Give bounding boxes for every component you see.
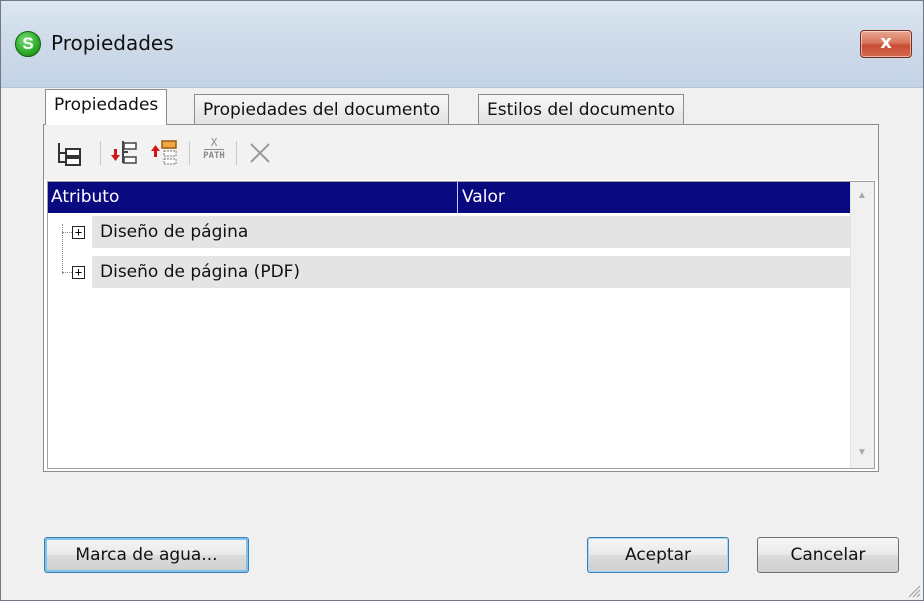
column-label: Valor xyxy=(462,187,505,207)
accept-button[interactable]: Aceptar xyxy=(587,537,729,573)
tab-label: Propiedades xyxy=(54,95,159,115)
list-item[interactable]: Diseño de página xyxy=(92,216,862,248)
toolbar-separator xyxy=(236,141,237,165)
expand-icon[interactable]: + xyxy=(72,226,85,239)
attribute-grid: Atributo Valor + Diseño de página + Dise… xyxy=(47,181,875,469)
tab-label: Propiedades del documento xyxy=(203,100,441,120)
row-label: Diseño de página xyxy=(100,222,249,242)
window-title: Propiedades xyxy=(51,31,174,55)
app-logo-icon: S xyxy=(15,31,41,57)
vertical-scrollbar[interactable]: ▲ ▼ xyxy=(850,182,874,468)
list-item[interactable]: Diseño de página (PDF) xyxy=(92,256,862,288)
watermark-button[interactable]: Marca de agua... xyxy=(44,537,249,573)
expand-icon[interactable]: + xyxy=(72,266,85,279)
tree-connector xyxy=(62,232,72,233)
cancel-button[interactable]: Cancelar xyxy=(757,537,899,573)
close-button[interactable]: x xyxy=(860,30,912,58)
properties-dialog: S Propiedades x Propiedades Propiedades … xyxy=(0,0,924,601)
tab-estilos-documento[interactable]: Estilos del documento xyxy=(478,94,684,125)
column-header-atributo[interactable]: Atributo xyxy=(48,182,458,213)
column-header-valor[interactable]: Valor xyxy=(458,182,862,213)
grid-header: Atributo Valor xyxy=(48,182,862,213)
xpath-icon-top: X xyxy=(204,137,224,150)
button-label: Aceptar xyxy=(625,545,691,565)
tree-connector xyxy=(62,272,72,273)
tab-label: Estilos del documento xyxy=(487,100,675,120)
insert-before-icon[interactable] xyxy=(110,137,142,169)
title-bar[interactable]: S Propiedades x xyxy=(1,1,923,88)
scroll-down-icon[interactable]: ▼ xyxy=(857,447,867,458)
delete-icon[interactable] xyxy=(244,137,276,169)
button-label: Cancelar xyxy=(790,545,866,565)
tab-propiedades[interactable]: Propiedades xyxy=(45,89,168,125)
tab-panel: X PATH Atributo Valor + Diseño de página… xyxy=(43,124,879,472)
scroll-up-icon[interactable]: ▲ xyxy=(857,190,867,201)
toolbar-separator xyxy=(100,141,101,165)
row-label: Diseño de página (PDF) xyxy=(100,262,301,282)
xpath-icon[interactable]: X PATH xyxy=(198,137,230,169)
button-label: Marca de agua... xyxy=(75,545,218,565)
close-icon: x xyxy=(880,32,892,53)
toolbar: X PATH xyxy=(44,125,878,180)
tab-propiedades-documento[interactable]: Propiedades del documento xyxy=(194,94,450,125)
resize-grip-icon[interactable] xyxy=(907,584,921,598)
tree-view-icon[interactable] xyxy=(54,137,86,169)
column-label: Atributo xyxy=(51,187,120,207)
xpath-icon-bottom: PATH xyxy=(203,151,225,161)
toolbar-separator xyxy=(189,141,190,165)
append-child-icon[interactable] xyxy=(150,137,182,169)
